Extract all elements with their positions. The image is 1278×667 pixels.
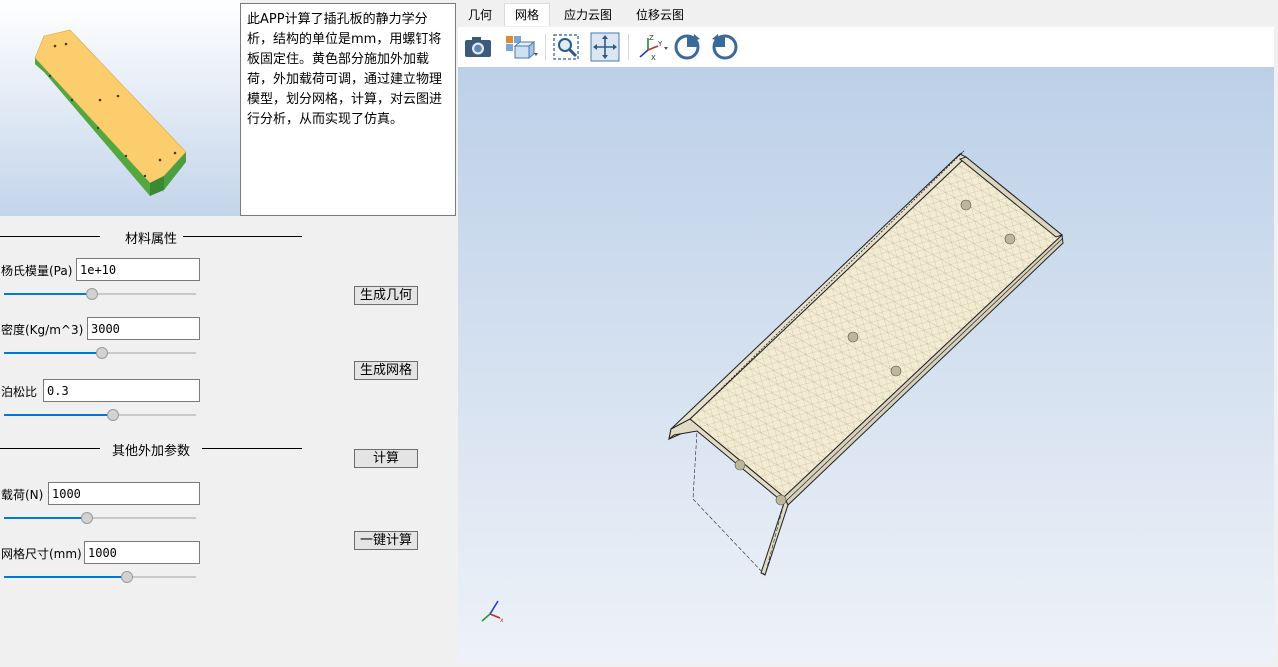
- youngs-modulus-input[interactable]: [76, 258, 200, 281]
- pan-fit-icon[interactable]: [590, 32, 620, 62]
- camera-icon[interactable]: [463, 32, 493, 62]
- other-params-group-header: 其他外加参数: [0, 440, 302, 459]
- 3d-viewport[interactable]: x: [458, 67, 1274, 663]
- slider-knob[interactable]: [120, 571, 133, 583]
- mesh-model[interactable]: [458, 67, 1274, 663]
- poisson-ratio-input[interactable]: [43, 379, 200, 402]
- svg-text:X: X: [651, 54, 656, 62]
- poisson-ratio-label: 泊松比: [1, 385, 38, 399]
- load-slider[interactable]: [4, 512, 196, 524]
- axes-triad-icon: x: [481, 600, 504, 624]
- svg-text:Y: Y: [657, 40, 663, 48]
- svg-text:x: x: [500, 617, 504, 624]
- other-params-group-title: 其他外加参数: [105, 444, 196, 459]
- load-label: 载荷(N): [1, 488, 44, 502]
- density-input[interactable]: [87, 317, 200, 340]
- density-label: 密度(Kg/m^3): [1, 323, 84, 337]
- mesh-size-slider[interactable]: [4, 571, 196, 583]
- tab-geometry[interactable]: 几何: [458, 4, 502, 26]
- slider-knob[interactable]: [86, 288, 99, 300]
- material-group-header: 材料属性: [0, 228, 302, 247]
- material-group-title: 材料属性: [118, 232, 183, 247]
- rotate-ccw-icon[interactable]: [710, 32, 740, 62]
- tab-mesh[interactable]: 网格: [504, 3, 550, 26]
- youngs-modulus-label: 杨氏模量(Pa): [1, 264, 73, 278]
- slider-knob[interactable]: [107, 409, 120, 421]
- load-input[interactable]: [48, 482, 200, 505]
- mesh-size-input[interactable]: [84, 541, 200, 564]
- density-slider[interactable]: [4, 347, 196, 359]
- window-edge: [1274, 3, 1278, 667]
- zoom-box-icon[interactable]: [552, 32, 582, 62]
- generate-geometry-button[interactable]: 生成几何: [354, 286, 418, 305]
- description-text: 此APP计算了插孔板的静力学分析，结构的单位是mm，用螺钉将板固定住。黄色部分施…: [240, 3, 456, 216]
- slider-knob[interactable]: [95, 347, 108, 359]
- part-preview-icon: [34, 29, 187, 196]
- youngs-modulus-slider[interactable]: [4, 288, 196, 300]
- tab-displacement-contour[interactable]: 位移云图: [626, 4, 694, 26]
- generate-mesh-button[interactable]: 生成网格: [354, 361, 418, 380]
- geometry-thumbnail: [0, 0, 240, 216]
- view-cube-icon[interactable]: [503, 32, 539, 62]
- result-tabs: 几何 网格 应力云图 位移云图: [458, 3, 1278, 27]
- poisson-ratio-slider[interactable]: [4, 409, 196, 421]
- svg-text:Z: Z: [649, 34, 654, 42]
- slider-knob[interactable]: [80, 512, 93, 524]
- axes-orient-icon[interactable]: Z Y X: [636, 32, 670, 62]
- compute-button[interactable]: 计算: [354, 449, 418, 468]
- rotate-cw-icon[interactable]: [672, 32, 702, 62]
- tab-stress-contour[interactable]: 应力云图: [554, 4, 622, 26]
- graphics-toolbar: Z Y X: [458, 27, 1274, 67]
- one-click-compute-button[interactable]: 一键计算: [354, 531, 418, 550]
- mesh-size-label: 网格尺寸(mm): [1, 547, 82, 561]
